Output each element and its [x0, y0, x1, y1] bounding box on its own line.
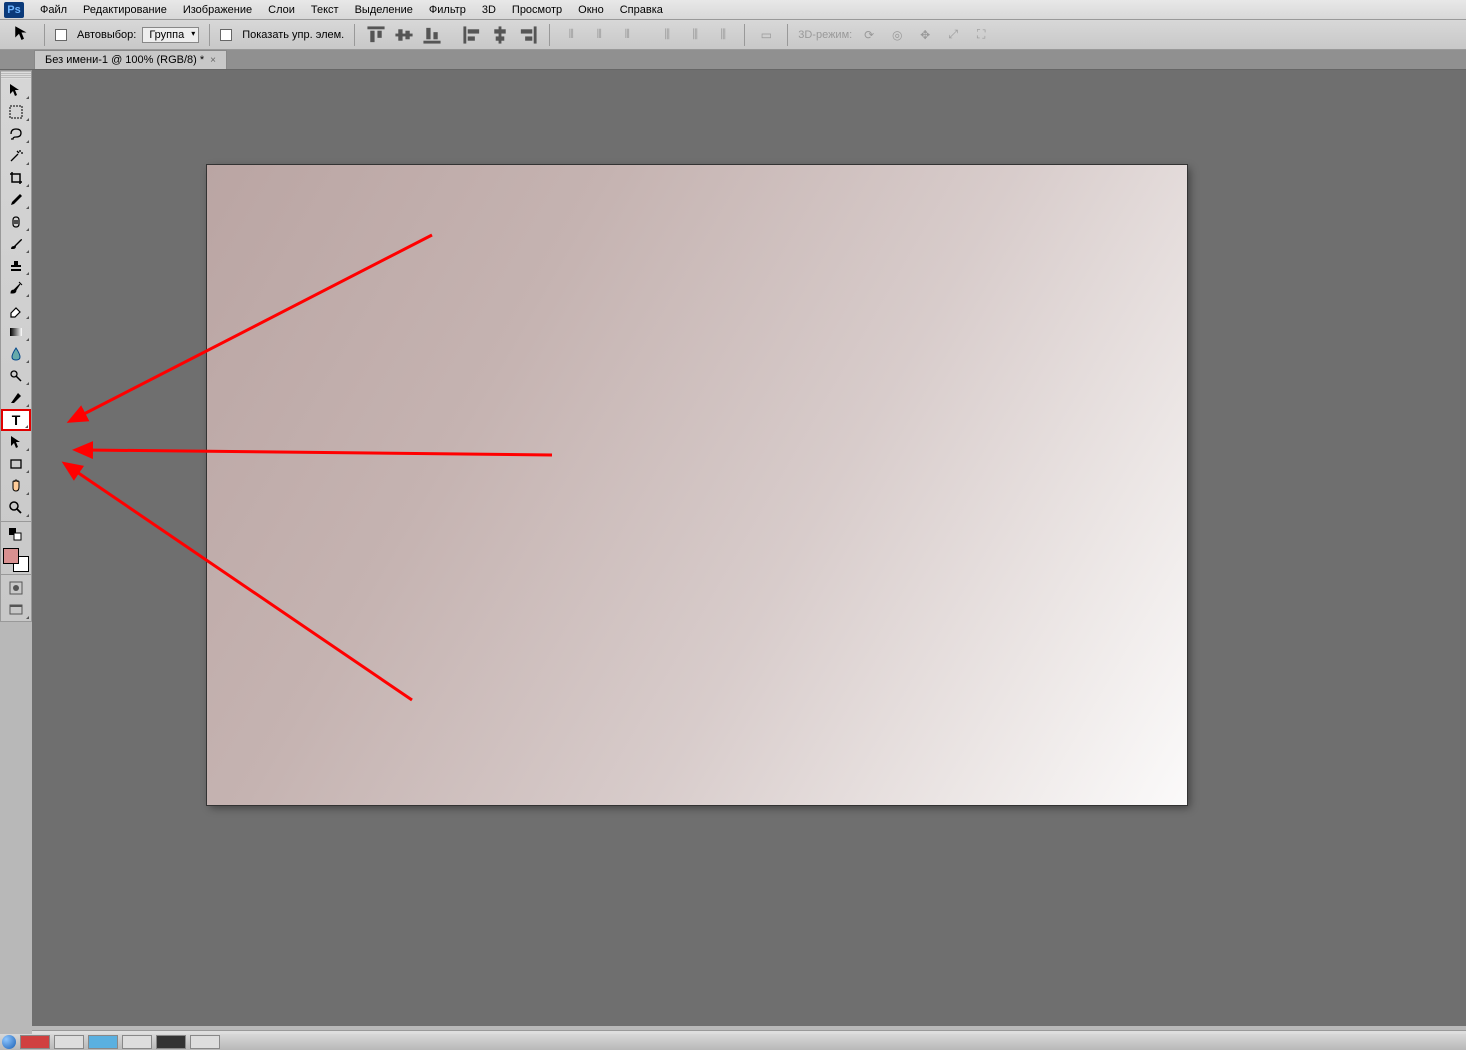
menu-select[interactable]: Выделение — [347, 4, 421, 16]
menu-filter[interactable]: Фильтр — [421, 4, 474, 16]
taskbar-item[interactable] — [156, 1035, 186, 1049]
app-logo: Ps — [4, 2, 24, 18]
toolbox: T — [0, 70, 32, 622]
document-tab-title: Без имени-1 @ 100% (RGB/8) * — [45, 54, 204, 66]
3d-roll-icon[interactable]: ◎ — [886, 24, 908, 46]
align-vcenter-icon[interactable] — [393, 24, 415, 46]
separator — [354, 24, 355, 46]
lasso-tool[interactable] — [1, 123, 31, 145]
taskbar-item[interactable] — [122, 1035, 152, 1049]
document-tab-strip: Без имени-1 @ 100% (RGB/8) * × — [0, 50, 1466, 70]
history-brush-tool[interactable] — [1, 277, 31, 299]
menu-image[interactable]: Изображение — [175, 4, 260, 16]
move-tool-icon — [14, 25, 34, 45]
toolbox-grip[interactable] — [1, 71, 31, 79]
color-swatches[interactable] — [3, 548, 29, 572]
healing-tool[interactable] — [1, 211, 31, 233]
separator — [744, 24, 745, 46]
zoom-tool[interactable] — [1, 497, 31, 519]
align-left-icon[interactable] — [461, 24, 483, 46]
blur-tool[interactable] — [1, 343, 31, 365]
3d-pan-icon[interactable]: ✥ — [914, 24, 936, 46]
distribute-bottom-icon[interactable]: ⫴ — [616, 24, 638, 46]
shape-tool[interactable] — [1, 453, 31, 475]
default-colors-icon[interactable] — [1, 524, 31, 546]
document-canvas[interactable] — [207, 165, 1187, 805]
menu-layers[interactable]: Слои — [260, 4, 303, 16]
eraser-tool[interactable] — [1, 299, 31, 321]
taskbar-item[interactable] — [20, 1035, 50, 1049]
hand-tool[interactable] — [1, 475, 31, 497]
options-bar: Автовыбор: Группа Показать упр. элем. ⫴ … — [0, 20, 1466, 50]
separator — [209, 24, 210, 46]
document-tab[interactable]: Без имени-1 @ 100% (RGB/8) * × — [34, 50, 227, 69]
separator — [787, 24, 788, 46]
svg-text:T: T — [12, 412, 21, 428]
show-transform-label: Показать упр. элем. — [242, 29, 344, 41]
distribute-right-icon[interactable]: ⫼ — [712, 24, 734, 46]
align-right-icon[interactable] — [517, 24, 539, 46]
taskbar-item[interactable] — [54, 1035, 84, 1049]
menu-window[interactable]: Окно — [570, 4, 612, 16]
workspace — [32, 70, 1466, 1026]
group-dropdown[interactable]: Группа — [142, 27, 199, 43]
close-tab-icon[interactable]: × — [210, 55, 216, 66]
menu-3d[interactable]: 3D — [474, 4, 504, 16]
taskbar-item[interactable] — [88, 1035, 118, 1049]
distribute-hcenter-icon[interactable]: ⫼ — [684, 24, 706, 46]
stamp-tool[interactable] — [1, 255, 31, 277]
marquee-tool[interactable] — [1, 101, 31, 123]
menu-help[interactable]: Справка — [612, 4, 671, 16]
menu-text[interactable]: Текст — [303, 4, 347, 16]
distribute-left-icon[interactable]: ⫼ — [656, 24, 678, 46]
3d-orbit-icon[interactable]: ⟳ — [858, 24, 880, 46]
menu-view[interactable]: Просмотр — [504, 4, 570, 16]
windows-taskbar — [0, 1034, 1466, 1050]
path-select-tool[interactable] — [1, 431, 31, 453]
pen-tool[interactable] — [1, 387, 31, 409]
brush-tool[interactable] — [1, 233, 31, 255]
start-orb-icon[interactable] — [2, 1035, 16, 1049]
crop-tool[interactable] — [1, 167, 31, 189]
menu-bar: Ps Файл Редактирование Изображение Слои … — [0, 0, 1466, 20]
foreground-color-swatch[interactable] — [3, 548, 19, 564]
quickmask-icon[interactable] — [1, 577, 31, 599]
menu-file[interactable]: Файл — [32, 4, 75, 16]
wand-tool[interactable] — [1, 145, 31, 167]
distribute-vcenter-icon[interactable]: ⫴ — [588, 24, 610, 46]
separator — [549, 24, 550, 46]
taskbar-item[interactable] — [190, 1035, 220, 1049]
distribute-top-icon[interactable]: ⫴ — [560, 24, 582, 46]
3d-zoom-icon[interactable]: ⛶ — [970, 24, 992, 46]
gradient-tool[interactable] — [1, 321, 31, 343]
auto-select-checkbox[interactable] — [55, 29, 67, 41]
align-hcenter-icon[interactable] — [489, 24, 511, 46]
dodge-tool[interactable] — [1, 365, 31, 387]
align-top-icon[interactable] — [365, 24, 387, 46]
3d-slide-icon[interactable]: ⤢ — [942, 24, 964, 46]
3d-mode-label: 3D-режим: — [798, 29, 852, 41]
separator — [44, 24, 45, 46]
auto-align-icon[interactable]: ▭ — [755, 24, 777, 46]
show-transform-checkbox[interactable] — [220, 29, 232, 41]
move-tool[interactable] — [1, 79, 31, 101]
menu-edit[interactable]: Редактирование — [75, 4, 175, 16]
auto-select-label: Автовыбор: — [77, 29, 136, 41]
align-bottom-icon[interactable] — [421, 24, 443, 46]
eyedropper-tool[interactable] — [1, 189, 31, 211]
type-tool[interactable]: T — [1, 409, 31, 431]
screenmode-icon[interactable] — [1, 599, 31, 621]
